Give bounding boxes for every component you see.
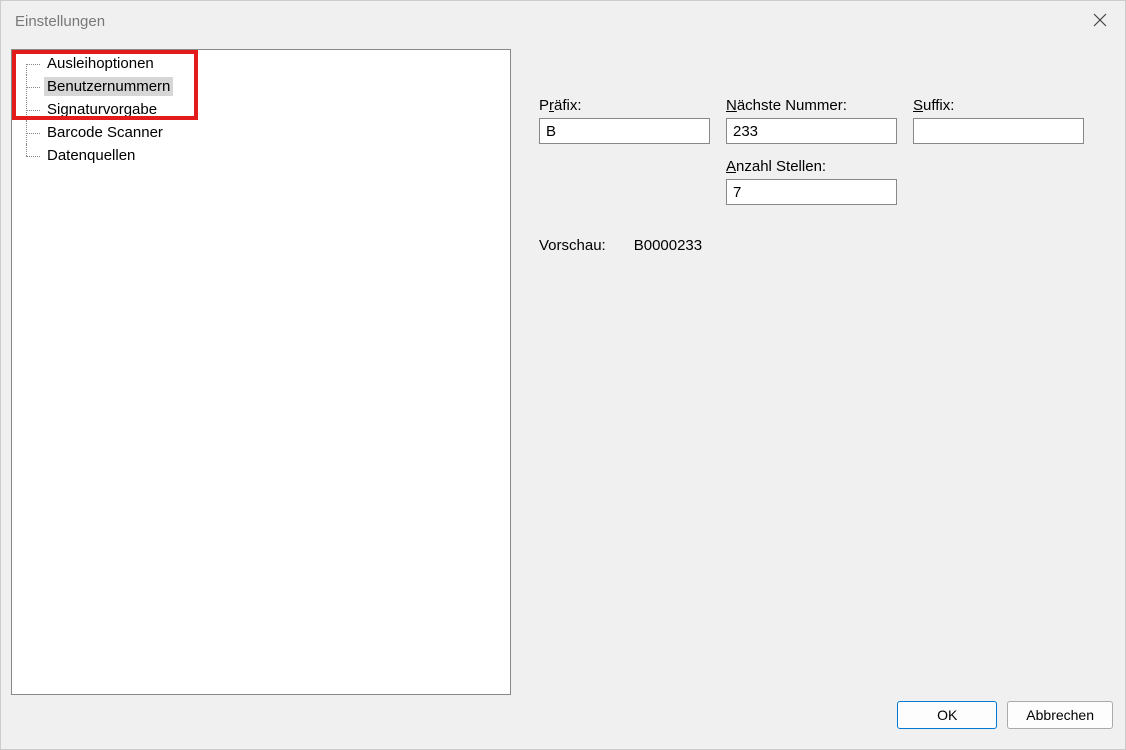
window-title: Einstellungen (15, 13, 105, 30)
tree-item-ausleihoptionen[interactable]: Ausleihoptionen (18, 52, 510, 75)
form-row-2: Anzahl Stellen: (539, 158, 1095, 205)
titlebar: Einstellungen (1, 1, 1125, 41)
preview-value: B0000233 (634, 237, 702, 254)
prefix-group: Präfix: (539, 97, 710, 144)
digits-group: Anzahl Stellen: (726, 158, 897, 205)
tree-item-benutzernummern[interactable]: Benutzernummern (18, 75, 510, 98)
tree-item-signaturvorgabe[interactable]: Signaturvorgabe (18, 98, 510, 121)
suffix-input[interactable] (913, 118, 1084, 144)
next-number-group: Nächste Nummer: (726, 97, 897, 144)
cancel-button[interactable]: Abbrechen (1007, 701, 1113, 729)
next-number-label: Nächste Nummer: (726, 97, 897, 114)
digits-label: Anzahl Stellen: (726, 158, 897, 175)
digits-input[interactable] (726, 179, 897, 205)
prefix-label: Präfix: (539, 97, 710, 114)
tree-item-label: Benutzernummern (44, 77, 173, 96)
tree-item-datenquellen[interactable]: Datenquellen (18, 144, 510, 167)
suffix-group: Suffix: (913, 97, 1084, 144)
tree-item-label: Ausleihoptionen (44, 54, 157, 73)
settings-tree: Ausleihoptionen Benutzernummern Signatur… (11, 49, 511, 695)
prefix-input[interactable] (539, 118, 710, 144)
dialog-footer: OK Abbrechen (1, 701, 1125, 741)
preview-row: Vorschau: B0000233 (539, 237, 1095, 254)
preview-label: Vorschau: (539, 237, 606, 254)
content-area: Ausleihoptionen Benutzernummern Signatur… (1, 41, 1125, 701)
tree-list: Ausleihoptionen Benutzernummern Signatur… (12, 50, 510, 167)
form-panel: Präfix: Nächste Nummer: Suffix: Anzahl S… (539, 49, 1115, 701)
suffix-label: Suffix: (913, 97, 1084, 114)
form-row-1: Präfix: Nächste Nummer: Suffix: (539, 97, 1095, 144)
ok-button[interactable]: OK (897, 701, 997, 729)
next-number-input[interactable] (726, 118, 897, 144)
tree-item-barcode-scanner[interactable]: Barcode Scanner (18, 121, 510, 144)
tree-item-label: Datenquellen (44, 146, 138, 165)
tree-item-label: Barcode Scanner (44, 123, 166, 142)
close-icon[interactable] (1089, 7, 1111, 36)
tree-item-label: Signaturvorgabe (44, 100, 160, 119)
